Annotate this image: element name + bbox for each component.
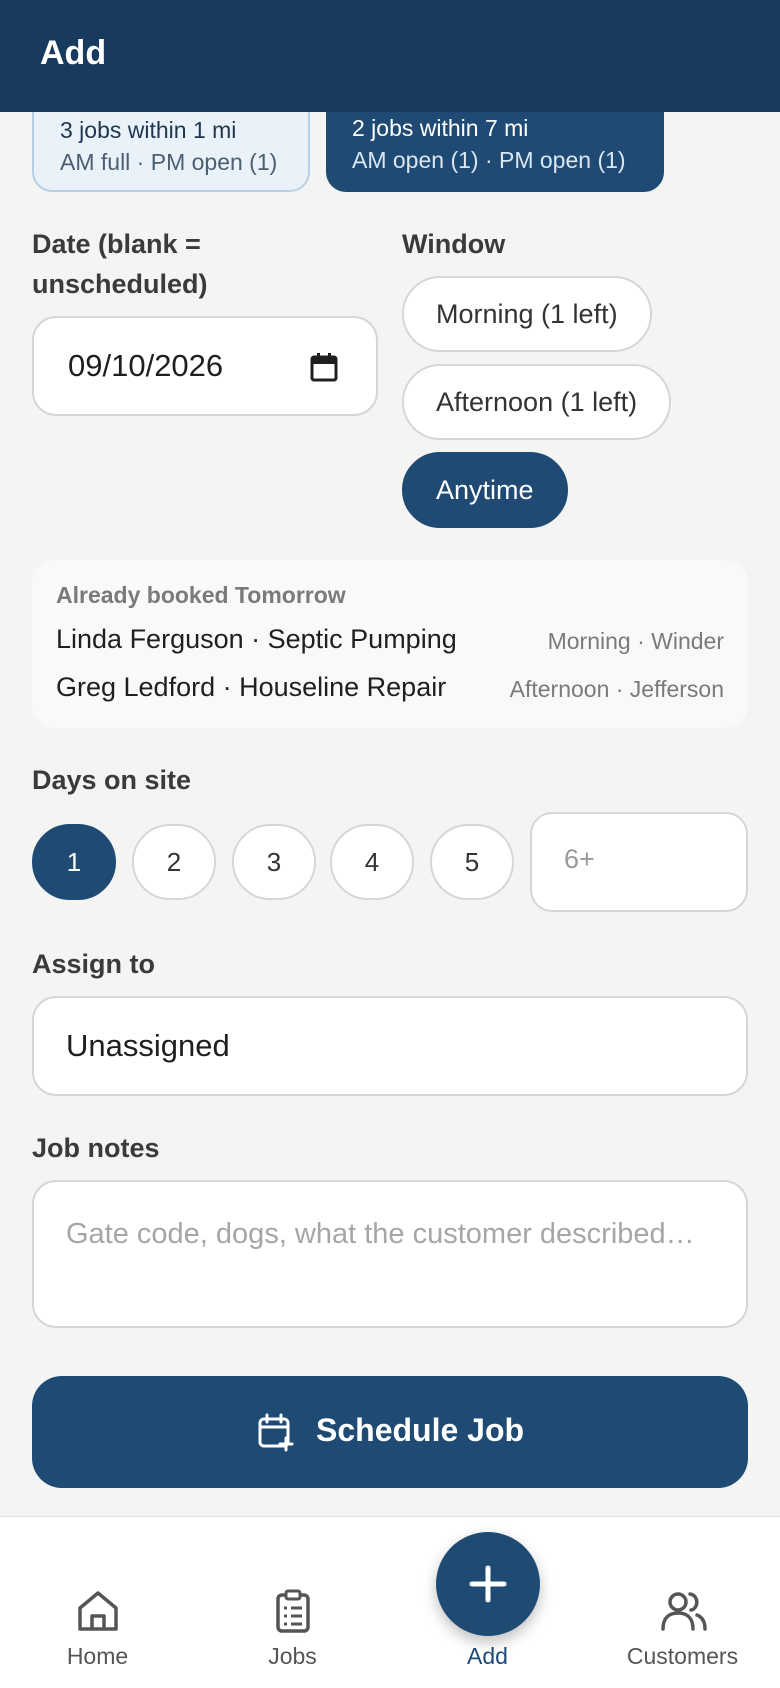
window-option-afternoon[interactable]: Afternoon (1 left) <box>402 364 672 440</box>
nav-home-label: Home <box>66 1643 129 1669</box>
window-option-anytime[interactable]: Anytime <box>402 452 568 528</box>
days-label: Days on site <box>32 765 192 795</box>
booked-panel: Already booked Tomorrow Linda Ferguson ·… <box>32 560 748 728</box>
page-title: Add <box>40 34 107 72</box>
date-field[interactable]: 09/10/2026 <box>32 316 378 416</box>
days-custom-input[interactable]: 6+ <box>530 812 748 912</box>
window-option-morning[interactable]: Morning (1 left) <box>402 276 652 352</box>
booked-item: Linda Ferguson · Septic Pumping Morning … <box>56 624 724 664</box>
notes-label: Job notes <box>32 1133 160 1163</box>
calendar-icon[interactable] <box>310 352 338 387</box>
add-fab-button[interactable] <box>436 1532 540 1636</box>
schedule-job-button[interactable]: Schedule Job <box>32 1376 748 1488</box>
app-header: Add <box>0 0 780 112</box>
zone-jobs-count: 2 jobs within 7 mi <box>352 115 529 141</box>
days-option-1[interactable]: 1 <box>32 824 116 900</box>
users-icon <box>660 1589 708 1638</box>
window-label: Window <box>402 229 506 259</box>
date-label: Date (blank = unscheduled) <box>32 229 208 299</box>
zone-availability: AM open (1) · PM open (1) <box>352 147 626 173</box>
nav-jobs[interactable]: Jobs <box>195 1517 390 1688</box>
nav-customers-label: Customers <box>626 1643 739 1669</box>
nav-jobs-label: Jobs <box>268 1643 317 1669</box>
notes-textarea[interactable]: Gate code, dogs, what the customer descr… <box>32 1180 748 1328</box>
booked-window-location: Afternoon · Jefferson <box>509 676 724 702</box>
date-value: 09/10/2026 <box>68 348 224 383</box>
booked-heading: Already booked Tomorrow <box>56 582 346 608</box>
plus-icon <box>466 1562 510 1611</box>
days-option-5[interactable]: 5 <box>430 824 514 900</box>
days-option-3[interactable]: 3 <box>232 824 316 900</box>
assign-select[interactable]: Unassigned <box>32 996 748 1096</box>
days-option-4[interactable]: 4 <box>330 824 414 900</box>
schedule-job-label: Schedule Job <box>316 1412 525 1448</box>
home-icon <box>75 1589 121 1638</box>
calendar-plus-icon <box>256 1412 296 1455</box>
booked-customer-service: Linda Ferguson · Septic Pumping <box>56 624 457 654</box>
booked-window-location: Morning · Winder <box>547 628 724 654</box>
clipboard-list-icon <box>270 1589 316 1640</box>
booked-customer-service: Greg Ledford · Houseline Repair <box>56 672 447 702</box>
nav-add-label: Add <box>467 1643 508 1669</box>
booked-item: Greg Ledford · Houseline Repair Afternoo… <box>56 672 724 712</box>
assign-label: Assign to <box>32 949 156 979</box>
nav-customers[interactable]: Customers <box>585 1517 780 1688</box>
zone-availability: AM full · PM open (1) <box>60 149 278 175</box>
bottom-nav: Home Jobs Add Customers <box>0 1516 780 1688</box>
nav-home[interactable]: Home <box>0 1517 195 1688</box>
days-option-2[interactable]: 2 <box>132 824 216 900</box>
zone-jobs-count: 3 jobs within 1 mi <box>60 117 237 143</box>
